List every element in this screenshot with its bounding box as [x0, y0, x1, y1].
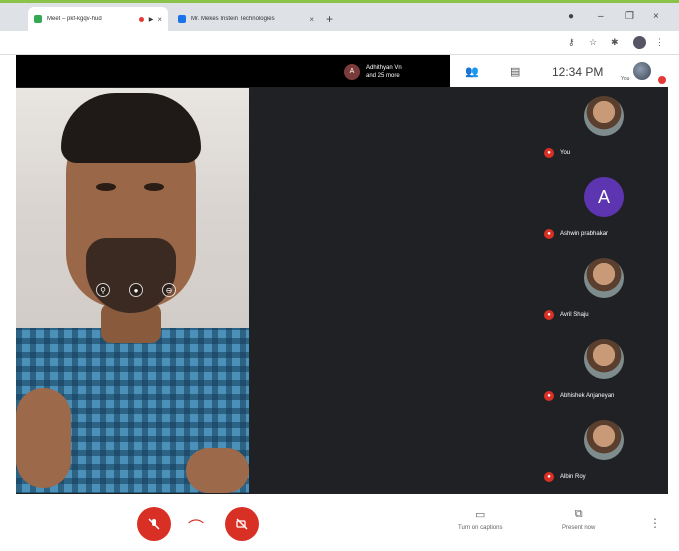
pin-icon[interactable]: ⚲ — [96, 283, 110, 297]
present-icon: ⧉ — [574, 508, 583, 520]
meeting-clock: 12:34 PM — [552, 65, 604, 79]
muted-mic-icon: ● — [544, 148, 554, 158]
muted-mic-icon: ● — [544, 310, 554, 320]
participant-name: Albin Roy — [560, 474, 586, 480]
tab-title: Meet – pkf-kgqv-hud — [47, 16, 102, 22]
participants-sidebar: ● You A ● Ashwin prabhakar ● Avril Shaju… — [536, 88, 668, 494]
notification-badge — [658, 76, 666, 84]
participant-name: Ashwin prabhakar — [560, 231, 609, 237]
camera-off-icon — [236, 518, 248, 530]
tile-controls: ⚲ ● ⊖ — [96, 280, 176, 300]
play-icon: ▶ — [148, 16, 154, 23]
presenter-name: Adhithyan Vn — [366, 65, 402, 71]
participant-tile[interactable]: ● Abhishek Anjaneyan — [536, 331, 668, 411]
close-window-button[interactable]: × — [653, 11, 659, 22]
participant-label: ● Albin Roy — [544, 472, 586, 482]
participant-avatar — [584, 258, 624, 298]
meet-favicon-icon — [34, 15, 42, 23]
present-label: Present now — [562, 525, 596, 531]
remove-icon[interactable]: ⊖ — [162, 283, 176, 297]
muted-mic-icon: ● — [544, 472, 554, 482]
video-hand — [16, 388, 71, 488]
mic-off-button[interactable] — [137, 507, 171, 541]
account-circle-icon[interactable]: ● — [568, 11, 574, 22]
participant-label: ● You — [544, 148, 570, 158]
tab-other[interactable]: Mr. Mekes Instein Technologies × — [172, 7, 320, 31]
mic-off-icon — [148, 518, 160, 530]
muted-mic-icon: ● — [544, 229, 554, 239]
self-avatar[interactable] — [633, 62, 651, 80]
browser-tab-strip: Meet – pkf-kgqv-hud ▶ × Mr. Mekes Instei… — [0, 3, 679, 31]
participant-tile[interactable]: ● Albin Roy — [536, 412, 668, 492]
participant-name: Avril Shaju — [560, 312, 589, 318]
captions-button[interactable]: ▭ Turn on captions — [458, 508, 502, 531]
participant-name: You — [560, 150, 571, 156]
present-now-button[interactable]: ⧉ Present now — [562, 508, 595, 531]
browser-menu-icon[interactable]: ⋮ — [655, 37, 664, 48]
tab-meet[interactable]: Meet – pkf-kgqv-hud ▶ × — [28, 7, 168, 31]
maximize-button[interactable]: ❐ — [625, 11, 634, 22]
video-hand — [186, 448, 249, 493]
profile-avatar[interactable] — [633, 36, 646, 49]
participant-label: ● Abhishek Anjaneyan — [544, 391, 614, 401]
camera-off-button[interactable] — [225, 507, 259, 541]
video-eye — [96, 183, 116, 191]
recording-dot-icon — [138, 16, 144, 22]
tab-title: Mr. Mekes Instein Technologies — [191, 16, 275, 22]
participant-avatar — [584, 339, 624, 379]
close-tab-icon[interactable]: × — [309, 15, 314, 24]
presenter-more: and 25 more — [366, 73, 400, 79]
muted-mic-icon: ● — [544, 391, 554, 401]
star-icon[interactable]: ☆ — [589, 37, 597, 48]
meet-control-bar: ⌒ ▭ Turn on captions ⧉ Present now ⋮ — [0, 494, 679, 551]
captions-label: Turn on captions — [458, 525, 503, 531]
participant-label: ● Ashwin prabhakar — [544, 229, 608, 239]
mic-icon[interactable]: ● — [129, 283, 143, 297]
chat-icon[interactable]: ▤ — [510, 65, 520, 78]
video-hair — [61, 93, 201, 163]
new-tab-button[interactable]: + — [326, 12, 333, 26]
key-icon[interactable]: ⚷ — [568, 37, 575, 48]
participant-avatar: A — [584, 177, 624, 217]
presenter-chip[interactable]: A Adhithyan Vn and 25 more — [344, 59, 450, 85]
close-tab-icon[interactable]: × — [157, 15, 162, 24]
presenter-avatar: A — [344, 64, 360, 80]
minimize-button[interactable]: – — [598, 11, 604, 22]
presenter-names: Adhithyan Vn and 25 more — [366, 64, 402, 80]
site-favicon-icon — [178, 15, 186, 23]
participant-avatar — [584, 420, 624, 460]
participant-label: ● Avril Shaju — [544, 310, 589, 320]
participant-name: Abhishek Anjaneyan — [560, 393, 615, 399]
participant-tile[interactable]: A ● Ashwin prabhakar — [536, 169, 668, 249]
browser-toolbar: ⚷ ☆ ✱ ⋮ — [0, 31, 679, 55]
more-options-icon[interactable]: ⋮ — [649, 516, 661, 530]
self-label: You — [621, 76, 630, 82]
video-eye — [144, 183, 164, 191]
main-video-tile[interactable]: ⚲ ● ⊖ — [16, 88, 249, 493]
hang-up-button[interactable]: ⌒ — [188, 514, 204, 538]
participant-avatar — [584, 96, 624, 136]
extension-icon[interactable]: ✱ — [611, 37, 619, 48]
participant-tile[interactable]: ● Avril Shaju — [536, 250, 668, 330]
meet-header-panel: 👥 ▤ 12:34 PM You — [450, 55, 668, 87]
people-icon[interactable]: 👥 — [465, 65, 479, 78]
captions-icon: ▭ — [475, 509, 486, 521]
participant-tile[interactable]: ● You — [536, 88, 668, 168]
